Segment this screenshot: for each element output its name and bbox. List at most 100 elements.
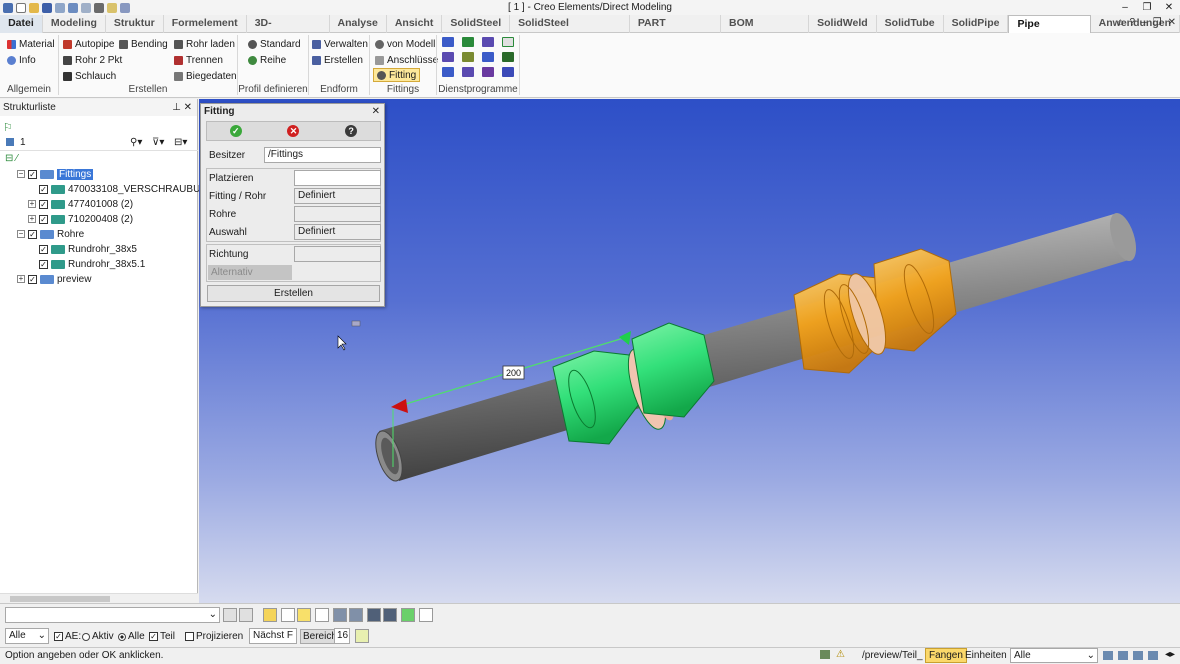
trennen-button[interactable]: Trennen (174, 53, 223, 67)
copy-icon[interactable] (333, 608, 347, 622)
visibility-checkbox[interactable]: ✓ (39, 184, 48, 194)
visibility-checkbox[interactable]: ✓ (28, 229, 37, 239)
visibility-checkbox[interactable]: ✓ (28, 274, 37, 284)
tree-node-f1[interactable]: ✓ 470033108_VERSCHRAUBUNG (39, 182, 215, 196)
ae-checkbox[interactable]: ✓ AE: (54, 631, 81, 642)
print-icon[interactable] (55, 2, 65, 13)
hint-icon[interactable] (355, 629, 369, 643)
visibility-checkbox[interactable]: ✓ (39, 199, 48, 209)
einheiten-select[interactable]: Alle ⌄ (1010, 648, 1098, 663)
alternativ-button[interactable]: Alternativ (208, 264, 292, 280)
nav-arrows-icon[interactable]: ◂▸ (1165, 649, 1175, 660)
green-fitting[interactable] (552, 322, 715, 445)
tab-bom-assistant[interactable]: BOM Assistant (721, 15, 810, 46)
utility-mirror-icon[interactable] (482, 67, 494, 77)
view-options-icon[interactable]: ⊟▾ (174, 137, 187, 148)
bending-button[interactable]: Bending (119, 37, 168, 51)
projizieren-checkbox[interactable]: Projizieren (185, 631, 243, 642)
rohr-2-pkt-button[interactable]: Rohr 2 Pkt (63, 53, 122, 67)
tab-part-assistant[interactable]: PART Assistant (630, 15, 722, 46)
tab-formelement[interactable]: Formelement (164, 15, 247, 33)
save-icon[interactable] (42, 2, 52, 13)
document-icon[interactable] (419, 608, 433, 622)
verwalten-button[interactable]: Verwalten (312, 37, 368, 51)
tree-node-f2[interactable]: + ✓ 477401008 (2) (28, 197, 133, 211)
select-mode-icon[interactable] (263, 608, 277, 622)
collapse-icon[interactable]: − (17, 170, 25, 178)
utility-report-icon[interactable] (502, 52, 514, 62)
utility-table-icon[interactable] (462, 52, 474, 62)
help-question-icon[interactable]: ? (345, 125, 358, 137)
enter-icon[interactable] (223, 608, 237, 622)
cancel-x-icon[interactable]: ✕ (287, 125, 300, 137)
schlauch-button[interactable]: Schlauch (63, 69, 116, 83)
auswahl-field[interactable]: Definiert (294, 224, 381, 240)
cycle-icon[interactable] (281, 608, 295, 622)
binoculars-icon[interactable]: ⚲▾ (130, 137, 142, 148)
paste-icon[interactable] (349, 608, 363, 622)
close-doc-icon[interactable]: ✕ (1168, 17, 1176, 28)
teil-checkbox[interactable]: ✓ Teil (149, 631, 175, 642)
info-button[interactable]: Info (7, 53, 36, 67)
customize-icon[interactable] (120, 2, 130, 13)
command-input[interactable]: ⌄ (5, 607, 220, 623)
fangen-toggle[interactable]: Fangen (925, 648, 967, 663)
tab-struktur[interactable]: Struktur (106, 15, 164, 33)
ok-check-icon[interactable]: ✓ (229, 125, 242, 137)
tree-node-rohre[interactable]: − ✓ Rohre (17, 227, 84, 241)
pin-icon[interactable]: ⊥ (172, 99, 181, 116)
tree-node-r2[interactable]: ✓ Rundrohr_38x5.1 (39, 257, 145, 271)
chevron-down-icon[interactable]: ⌄ (209, 608, 217, 622)
collapse-icon[interactable]: − (17, 230, 25, 238)
aktiv-radio[interactable]: Aktiv (82, 631, 114, 642)
tab-ansicht[interactable]: Ansicht (387, 15, 443, 33)
warning-icon[interactable]: ⚠ (836, 649, 845, 660)
utility-calc-icon[interactable] (502, 67, 514, 77)
new-file-icon[interactable] (16, 2, 26, 13)
structure-hscrollbar[interactable] (0, 593, 198, 603)
link-icon[interactable] (367, 608, 381, 622)
structure-filter-icon[interactable]: ⚐ (3, 121, 13, 134)
tab-solidsteel[interactable]: SolidSteel (442, 15, 511, 33)
erstellen-button[interactable]: Erstellen (207, 285, 380, 302)
help-icon[interactable]: ? (1130, 17, 1136, 28)
view-icon-1[interactable] (1103, 651, 1113, 660)
tab-solidweld[interactable]: SolidWeld (809, 15, 877, 33)
utility-align-icon[interactable] (462, 67, 474, 77)
rohre-field[interactable] (294, 206, 381, 222)
utility-measure-icon[interactable] (482, 52, 494, 62)
utility-angle-icon[interactable] (442, 52, 454, 62)
open-folder-icon[interactable] (29, 2, 39, 13)
platzieren-field[interactable] (294, 170, 381, 186)
utility-frame-icon[interactable] (502, 37, 514, 47)
tab-pipe-bending[interactable]: Pipe Bending (1008, 15, 1091, 47)
tab-solidtube[interactable]: SolidTube (877, 15, 944, 33)
expand-icon[interactable]: + (17, 275, 25, 283)
dialog-close-icon[interactable]: ✕ (372, 104, 380, 119)
orange-fitting[interactable] (793, 248, 957, 374)
tab-datei[interactable]: Datei (0, 15, 43, 33)
visibility-checkbox[interactable]: ✓ (39, 244, 48, 254)
minimize-doc-icon[interactable]: – (1141, 17, 1147, 28)
folder-icon[interactable] (107, 2, 117, 13)
view-icon-2[interactable] (1118, 651, 1128, 660)
redo-icon[interactable] (81, 2, 91, 13)
panel-close-icon[interactable]: ✕ (184, 99, 192, 116)
view-icon-4[interactable] (1148, 651, 1158, 660)
endform-erstellen-button[interactable]: Erstellen (312, 53, 363, 67)
restore-doc-icon[interactable]: ❐ (1153, 17, 1162, 28)
reihe-button[interactable]: Reihe (248, 53, 286, 67)
filter-icon[interactable]: ⊽▾ (152, 137, 164, 148)
tools-icon[interactable] (94, 2, 104, 13)
tab-analyse[interactable]: Analyse (330, 15, 387, 33)
visibility-checkbox[interactable]: ✓ (39, 259, 48, 269)
list-icon[interactable] (315, 608, 329, 622)
visibility-checkbox[interactable]: ✓ (39, 214, 48, 224)
pipe[interactable] (371, 210, 1142, 484)
utility-branch-icon[interactable] (482, 37, 494, 47)
tree-node-r1[interactable]: ✓ Rundrohr_38x5 (39, 242, 137, 256)
close-button[interactable]: ✕ (1158, 0, 1180, 15)
biegedaten-button[interactable]: Biegedaten (174, 69, 237, 83)
anschluesse-button[interactable]: Anschlüsse (375, 53, 438, 67)
expand-icon[interactable]: + (28, 215, 36, 223)
